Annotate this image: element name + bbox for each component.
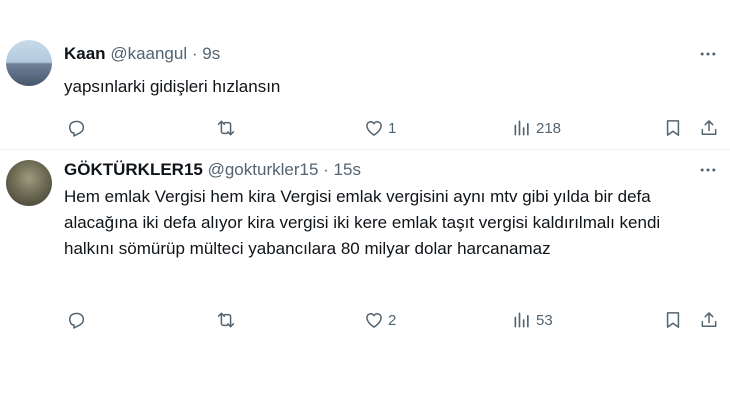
bookmark-button[interactable] (663, 116, 683, 140)
avatar[interactable] (6, 40, 52, 86)
action-bar: 2 53 (66, 308, 720, 332)
tweet[interactable]: Kaan @kaangul · 9s yapsınlarki gidişleri… (0, 0, 730, 150)
reply-icon (69, 120, 85, 137)
action-bar: 1 218 (66, 116, 720, 140)
tweet-header: GÖKTÜRKLER15 @gokturkler15 · 15s (64, 160, 361, 180)
separator-dot: · (191, 44, 198, 63)
share-icon (701, 312, 717, 327)
share-icon (701, 120, 717, 135)
tweet[interactable]: GÖKTÜRKLER15 @gokturkler15 · 15s Hem eml… (0, 150, 730, 360)
tweet-text: yapsınlarki gidişleri hızlansın (64, 77, 281, 96)
avatar[interactable] (6, 160, 52, 206)
bookmark-icon (666, 120, 680, 136)
more-icon[interactable] (698, 160, 718, 180)
author-handle[interactable]: @gokturkler15 (208, 160, 319, 179)
view-count: 218 (536, 119, 562, 137)
views-icon (514, 120, 529, 136)
reply-icon (69, 312, 85, 329)
retweet-button[interactable] (216, 116, 240, 140)
author-name[interactable]: Kaan (64, 44, 106, 63)
share-button[interactable] (699, 116, 719, 140)
view-count: 53 (536, 311, 553, 329)
timestamp[interactable]: 9s (202, 44, 220, 63)
tweet-text: Hem emlak Vergisi hem kira Vergisi emlak… (64, 187, 661, 258)
like-icon (366, 313, 382, 328)
tweet-header: Kaan @kaangul · 9s (64, 44, 220, 64)
retweet-icon (217, 312, 235, 328)
more-icon[interactable] (698, 44, 718, 64)
separator-dot: · (323, 160, 329, 179)
views-button[interactable]: 53 (512, 308, 553, 332)
like-button[interactable]: 1 (364, 116, 396, 140)
reply-button[interactable] (66, 308, 90, 332)
views-icon (514, 312, 529, 328)
like-icon (366, 121, 382, 136)
author-handle[interactable]: @kaangul (110, 44, 187, 63)
views-button[interactable]: 218 (512, 116, 561, 140)
author-name[interactable]: GÖKTÜRKLER15 (64, 160, 203, 179)
like-count: 2 (388, 311, 397, 329)
retweet-icon (217, 120, 235, 136)
reply-button[interactable] (66, 116, 90, 140)
bookmark-icon (666, 312, 680, 328)
bookmark-button[interactable] (663, 308, 683, 332)
like-button[interactable]: 2 (364, 308, 396, 332)
retweet-button[interactable] (216, 308, 240, 332)
share-button[interactable] (699, 308, 719, 332)
timestamp[interactable]: 15s (334, 160, 361, 179)
like-count: 1 (388, 119, 397, 137)
